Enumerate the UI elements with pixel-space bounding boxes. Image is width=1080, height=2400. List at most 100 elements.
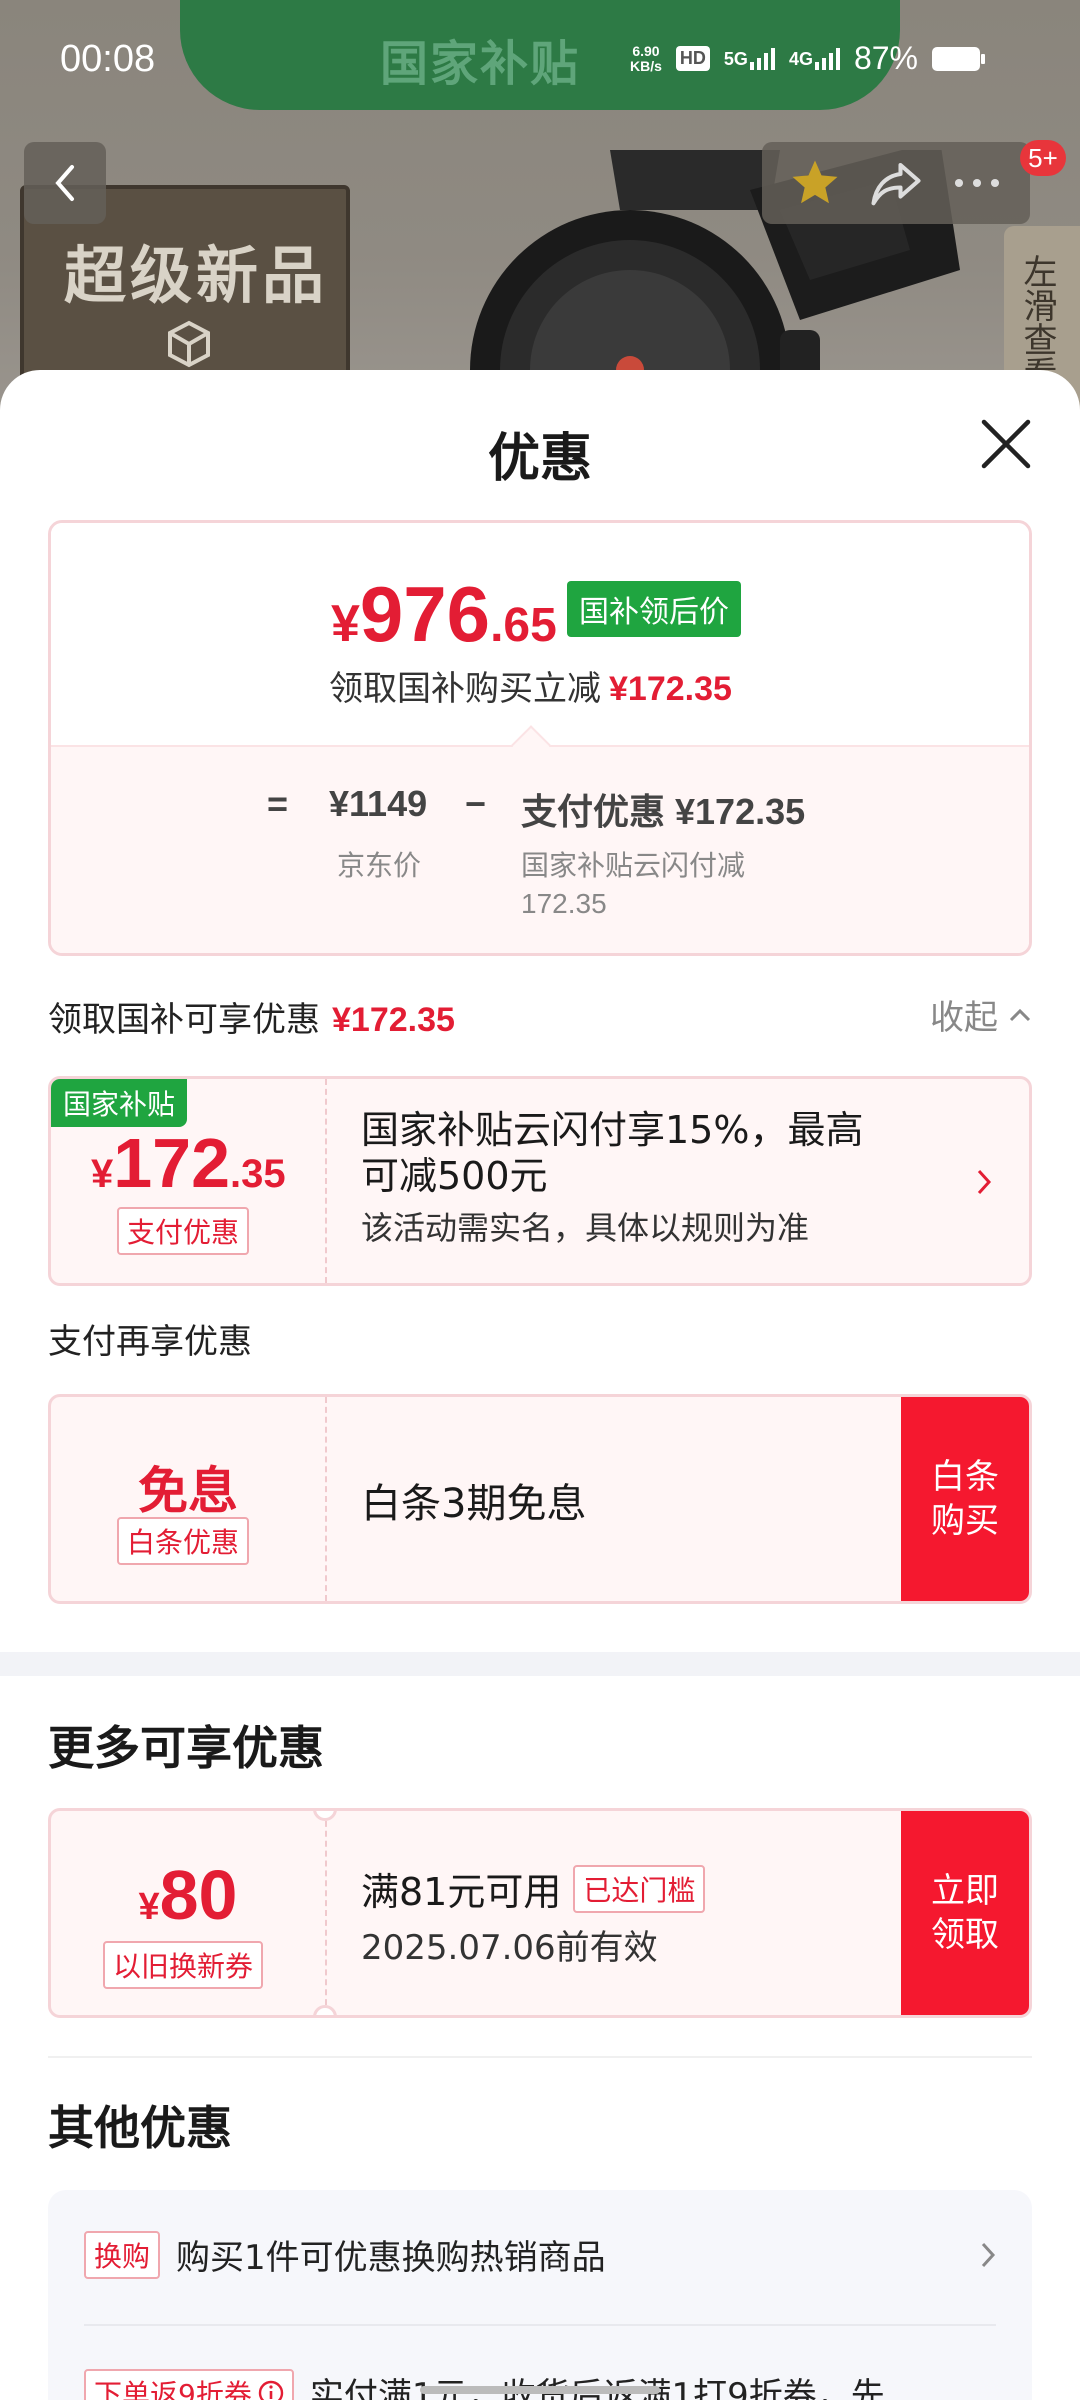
exchange-tag: 换购	[84, 2230, 161, 2279]
subsidy-title-line2: 可减500元	[361, 1154, 548, 1198]
collapse-label: 收起	[930, 998, 998, 1038]
tradein-amount: 80	[159, 1856, 238, 1934]
subsidy-title-line1: 国家补贴云闪付享15%，最高	[361, 1108, 864, 1152]
price-breakdown: = ¥1149 − 支付优惠 ¥172.35 京东价 国家补贴云闪付减 172.…	[51, 745, 1029, 953]
banner-text: 国家补贴	[380, 36, 581, 92]
claim-line1: 立即	[931, 1871, 999, 1911]
back-arrow-icon	[55, 165, 74, 201]
back-button[interactable]	[24, 142, 106, 224]
baitiao-buy-line2: 购买	[931, 1501, 999, 1541]
share-icon[interactable]	[869, 156, 923, 210]
signal-4g: 4G	[788, 47, 840, 70]
tradein-type: 以旧换新券	[103, 1941, 264, 1989]
pay-discount-type: 支付优惠	[117, 1207, 250, 1255]
coupon-amount-decimal: .35	[230, 1152, 286, 1196]
claim-line2: 领取	[931, 1915, 999, 1955]
claim-coupon-button[interactable]: 立即 领取	[901, 1811, 1029, 2015]
signal-5g: 5G	[723, 47, 775, 70]
pay-discount-label-line2: 172.35	[521, 888, 607, 919]
baitiao-coupon-value: 免息 白条优惠	[51, 1397, 325, 1601]
coupon-punch-bottom	[313, 2005, 337, 2015]
star-icon[interactable]	[788, 156, 842, 210]
exchange-text: 购买1件可优惠换购热销商品	[176, 2238, 606, 2278]
notification-badge: 5+	[1020, 140, 1066, 176]
close-icon[interactable]	[978, 416, 1034, 472]
coupon-divider	[325, 1811, 327, 2015]
home-indicator	[420, 2386, 660, 2394]
subsidy-price-badge: 国补领后价	[567, 581, 741, 637]
coupon-divider	[325, 1397, 327, 1601]
baitiao-type: 白条优惠	[117, 1517, 250, 1565]
chevron-up-icon	[1009, 1008, 1031, 1021]
subsidy-section-amount: ¥172.35	[332, 1001, 455, 1039]
list-item[interactable]: 换购 购买1件可优惠换购热销商品	[84, 2230, 996, 2279]
subsidy-section-text: 领取国补可享优惠	[48, 1000, 320, 1040]
network-speed-value: 6.90	[632, 42, 660, 59]
more-icon[interactable]	[950, 156, 1004, 210]
collapse-toggle[interactable]: 收起	[930, 990, 1032, 1039]
info-icon[interactable]	[258, 2380, 284, 2400]
pay-section-label: 支付再享优惠	[48, 1322, 252, 1362]
coupon-divider	[325, 1079, 327, 1283]
pay-discount-label-line1: 国家补贴云闪付减	[521, 849, 746, 882]
tradein-expiry: 2025.07.06前有效	[361, 1928, 658, 1968]
chevron-right-icon	[977, 1169, 992, 1195]
hd-icon: HD	[675, 46, 710, 71]
cube-logo-icon	[168, 320, 210, 368]
signal-bars-icon	[814, 47, 840, 70]
subsidy-coupon[interactable]: 国家补贴 ¥ 172 .35 支付优惠 国家补贴云闪付享15%，最高 可减500…	[48, 1076, 1032, 1286]
jd-price: ¥1149	[329, 783, 428, 824]
jd-price-label: 京东价	[337, 849, 422, 882]
other-discounts-list: 换购 购买1件可优惠换购热销商品 下单返9折券 实付满1元，收货后返满1打9折券…	[48, 2190, 1032, 2400]
reduce-line: 领取国补购买立减 ¥172.35	[329, 661, 732, 710]
tradein-condition: 满81元可用	[361, 1870, 562, 1914]
final-price: ¥ 976 .65	[331, 569, 557, 660]
currency-symbol: ¥	[331, 595, 360, 653]
reduce-text: 领取国补购买立减	[329, 669, 601, 709]
equals-sign: =	[267, 783, 289, 824]
pay-discount: 支付优惠 ¥172.35	[521, 791, 806, 832]
price-summary-top: ¥ 976 .65 国补领后价 领取国补购买立减 ¥172.35	[51, 523, 1029, 745]
signal-4g-label: 4G	[788, 48, 813, 69]
status-time: 00:08	[60, 38, 156, 80]
baitiao-buy-button[interactable]: 白条 购买	[901, 1397, 1029, 1601]
minus-sign: −	[465, 783, 487, 824]
network-speed: 6.90 KB/s	[630, 42, 662, 74]
more-discounts-heading: 更多可享优惠	[48, 1721, 324, 1775]
coupon-amount-integer: 172	[113, 1124, 231, 1202]
price-decimal: .65	[490, 599, 557, 652]
discount-sheet: 优惠 ¥ 976 .65 国补领后价 领取国补购买立减 ¥172.35 = ¥11…	[0, 370, 1080, 2400]
baitiao-title: 白条3期免息	[361, 1481, 587, 1527]
price-integer: 976	[359, 570, 491, 658]
other-discounts-heading: 其他优惠	[48, 2101, 232, 2155]
subsidy-coupon-details: 国家补贴云闪付享15%，最高 可减500元 该活动需实名，具体以规则为准	[361, 1107, 981, 1249]
row-divider	[84, 2324, 996, 2326]
baitiao-coupon: 免息 白条优惠 白条3期免息 白条 购买	[48, 1394, 1032, 1604]
status-indicators: 6.90 KB/s HD 5G 4G 87%	[630, 40, 985, 77]
battery-icon	[932, 46, 985, 71]
rebate-coupon-tag: 下单返9折券	[84, 2368, 294, 2400]
rebate-coupon-tag-label: 下单返9折券	[94, 2377, 252, 2400]
chevron-right-icon	[981, 2242, 996, 2267]
baitiao-buy-line1: 白条	[931, 1457, 999, 1497]
subsidy-coupon-title: 国家补贴云闪付享15%，最高 可减500元	[361, 1107, 981, 1199]
sheet-title: 优惠	[487, 429, 592, 489]
network-speed-unit: KB/s	[630, 57, 662, 74]
divider-line	[48, 2056, 1032, 2058]
promo-tag-text: 超级新品	[64, 239, 329, 312]
tradein-coupon: ¥80 以旧换新券 满81元可用 已达门槛 2025.07.06前有效 立即 领取	[48, 1808, 1032, 2018]
reduce-amount: ¥172.35	[609, 670, 732, 708]
signal-bars-icon	[749, 47, 775, 70]
tradein-coupon-value: ¥80 以旧换新券	[51, 1811, 325, 2015]
coupon-currency: ¥	[91, 1152, 114, 1196]
list-item[interactable]: 下单返9折券 实付满1元，收货后返满1打9折券，先	[84, 2368, 885, 2400]
battery-percent: 87%	[853, 40, 918, 76]
pay-discount-label: 国家补贴云闪付减 172.35	[521, 847, 745, 923]
subsidy-coupon-note: 该活动需实名，具体以规则为准	[361, 1209, 810, 1247]
subsidy-coupon-value: ¥ 172 .35 支付优惠	[51, 1079, 325, 1283]
top-action-group	[762, 142, 1030, 224]
subsidy-section-label: 领取国补可享优惠 ¥172.35	[48, 992, 455, 1041]
signal-5g-label: 5G	[723, 48, 748, 69]
price-summary-card: ¥ 976 .65 国补领后价 领取国补购买立减 ¥172.35 = ¥1149 …	[48, 520, 1032, 956]
interest-free-label: 免息	[138, 1462, 238, 1520]
